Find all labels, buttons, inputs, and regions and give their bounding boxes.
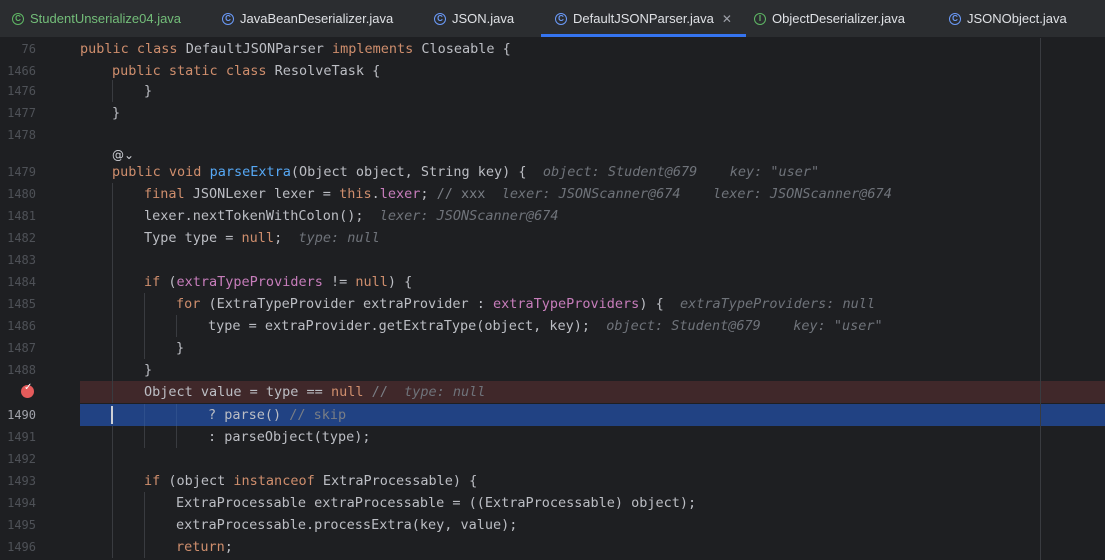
tab-label: JavaBeanDeserializer.java <box>240 11 394 26</box>
code-text: final JSONLexer lexer = this.lexer; // x… <box>144 186 892 202</box>
code-line: 1486 type = extraProvider.getExtraType(o… <box>0 315 1105 337</box>
line-number: 1478 <box>7 128 36 142</box>
line-number: 1495 <box>7 518 36 532</box>
line-number: 1479 <box>7 165 36 179</box>
code-text: if (extraTypeProviders != null) { <box>144 274 413 290</box>
debug-inline-value: object: Student@679 key: "user" <box>542 164 820 180</box>
code-text: } <box>112 105 121 121</box>
code-text: ? parse() // skip <box>208 407 347 423</box>
tab-label: StudentUnserialize04.java <box>30 11 182 26</box>
code-line: 1495 extraProcessable.processExtra(key, … <box>0 514 1105 536</box>
code-line: 1466 public static class ResolveTask { <box>0 60 1105 82</box>
code-line: 1476 } <box>0 80 1105 102</box>
code-text: type = extraProvider.getExtraType(object… <box>208 318 883 334</box>
code-line: 1492 <box>0 448 1105 470</box>
tab-label: ObjectDeserializer.java <box>772 11 905 26</box>
line-number: 1488 <box>7 363 36 377</box>
line-number: 76 <box>21 42 36 56</box>
text-caret <box>111 406 113 424</box>
line-number: 1483 <box>7 253 36 267</box>
code-line: 1484 if (extraTypeProviders != null) { <box>0 271 1105 293</box>
right-margin-guide <box>1040 38 1041 560</box>
debug-inline-value: lexer: JSONScanner@674 lexer: JSONScanne… <box>501 186 892 202</box>
line-number: 1490 <box>7 408 36 422</box>
code-text: } <box>144 362 153 378</box>
class-run-icon: C <box>12 12 24 25</box>
code-line: 1480 final JSONLexer lexer = this.lexer;… <box>0 183 1105 205</box>
code-text: if (object instanceof ExtraProcessable) … <box>144 473 478 489</box>
class-icon: C <box>555 12 567 25</box>
code-text: ExtraProcessable extraProcessable = ((Ex… <box>176 495 697 511</box>
line-number: 1486 <box>7 319 36 333</box>
tab-defaultjsonparser[interactable]: C DefaultJSONParser.java ✕ <box>541 0 746 37</box>
code-line: 1493 if (object instanceof ExtraProcessa… <box>0 470 1105 492</box>
code-text: extraProcessable.processExtra(key, value… <box>176 517 518 533</box>
code-text: Object value = type == null // type: nul… <box>144 384 486 400</box>
close-icon[interactable]: ✕ <box>722 12 732 26</box>
line-number: 1480 <box>7 187 36 201</box>
line-number: 1485 <box>7 297 36 311</box>
line-number: 1487 <box>7 341 36 355</box>
line-number: 1491 <box>7 430 36 444</box>
class-icon: C <box>949 12 961 25</box>
debug-inline-value: lexer: JSONScanner@674 <box>379 208 559 224</box>
debug-inline-value: extraTypeProviders: null <box>679 296 876 312</box>
editor-tab-bar: C StudentUnserialize04.java C JavaBeanDe… <box>0 0 1105 38</box>
code-text: public class DefaultJSONParser implement… <box>80 41 511 57</box>
tab-studentunserialize04[interactable]: C StudentUnserialize04.java <box>12 0 181 37</box>
line-number: 1476 <box>7 84 36 98</box>
code-text: Type type = null; type: null <box>144 230 380 246</box>
class-icon: C <box>222 12 234 25</box>
breakpoint-icon[interactable] <box>21 382 34 398</box>
line-number: 1466 <box>7 64 36 78</box>
debug-inline-value: type: null <box>404 384 486 400</box>
line-number: 1496 <box>7 540 36 554</box>
code-line: 1483 <box>0 249 1105 271</box>
line-number: 1492 <box>7 452 36 466</box>
line-number: 1482 <box>7 231 36 245</box>
debug-inline-value: type: null <box>298 230 380 246</box>
code-text: : parseObject(type); <box>208 429 371 445</box>
code-line: 1478 <box>0 124 1105 146</box>
code-text: } <box>144 83 153 99</box>
line-number: 1493 <box>7 474 36 488</box>
debug-inline-value: object: Student@679 key: "user" <box>606 318 883 334</box>
code-line: 1491 : parseObject(type); <box>0 426 1105 448</box>
code-text: lexer.nextTokenWithColon(); lexer: JSONS… <box>144 208 559 224</box>
code-text: for (ExtraTypeProvider extraProvider : e… <box>176 296 876 312</box>
code-editor[interactable]: 76 public class DefaultJSONParser implem… <box>0 38 1105 560</box>
code-line: 1482 Type type = null; type: null <box>0 227 1105 249</box>
line-number: 1484 <box>7 275 36 289</box>
code-line: 1496 return; <box>0 536 1105 558</box>
code-line: 1488 } <box>0 359 1105 381</box>
tab-jsonobject[interactable]: C JSONObject.java <box>949 0 1067 37</box>
code-line: 76 public class DefaultJSONParser implem… <box>0 38 1105 60</box>
code-line: Object value = type == null // type: nul… <box>0 381 1105 403</box>
code-text: public void parseExtra(Object object, St… <box>112 164 820 180</box>
line-number: 1481 <box>7 209 36 223</box>
tab-label: JSONObject.java <box>967 11 1067 26</box>
tab-json[interactable]: C JSON.java <box>434 0 514 37</box>
code-line: 1477 } <box>0 102 1105 124</box>
code-line: 1490 ? parse() // skip <box>0 404 1105 426</box>
code-line: 1485 for (ExtraTypeProvider extraProvide… <box>0 293 1105 315</box>
code-line: 1494 ExtraProcessable extraProcessable =… <box>0 492 1105 514</box>
tab-objectdeserializer[interactable]: I ObjectDeserializer.java <box>754 0 905 37</box>
code-text: return; <box>176 539 233 555</box>
class-icon: C <box>434 12 446 25</box>
code-text: public static class ResolveTask { <box>112 63 381 79</box>
code-text: } <box>176 340 185 356</box>
code-line: 1487 } <box>0 337 1105 359</box>
tab-label: DefaultJSONParser.java <box>573 11 714 26</box>
tab-javabeandeserializer[interactable]: C JavaBeanDeserializer.java <box>222 0 393 37</box>
interface-icon: I <box>754 12 766 25</box>
line-number: 1477 <box>7 106 36 120</box>
code-line: 1481 lexer.nextTokenWithColon(); lexer: … <box>0 205 1105 227</box>
line-number: 1494 <box>7 496 36 510</box>
code-line: 1479 public void parseExtra(Object objec… <box>0 161 1105 183</box>
tab-label: JSON.java <box>452 11 515 26</box>
